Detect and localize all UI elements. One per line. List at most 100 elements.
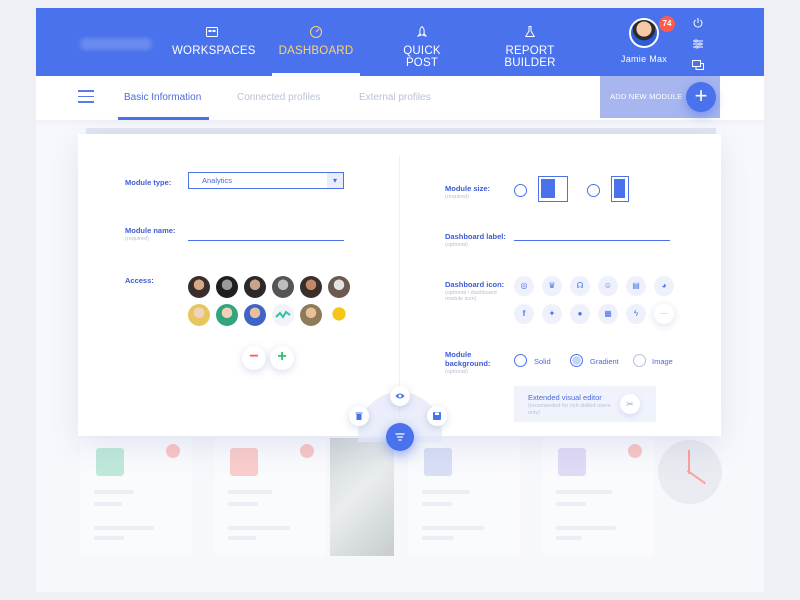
optional-note: (optional / dashboard module icon) xyxy=(445,290,497,302)
dashboard-label-label: Dashboard label: (optional) xyxy=(445,232,506,248)
module-background-label: Module background: (optional) xyxy=(445,350,505,375)
app-window: WORKSPACES DASHBOARD QUICK POST REPORT B… xyxy=(36,8,764,592)
nav-label: WORKSPACES xyxy=(172,45,256,57)
background-card xyxy=(408,438,520,556)
module-type-select[interactable]: Analytics ▾ xyxy=(188,172,344,189)
module-name-label: Module name: (required) xyxy=(125,226,176,242)
nav-quick-post[interactable]: QUICK POST xyxy=(386,8,458,76)
rocket-icon xyxy=(416,25,428,37)
avatar[interactable] xyxy=(328,276,350,298)
chat-bubble-icon[interactable]: ● xyxy=(570,304,590,324)
facebook-icon[interactable]: f xyxy=(514,304,534,324)
add-module-plus-button[interactable]: + xyxy=(686,82,716,112)
sliders-icon[interactable] xyxy=(691,37,705,51)
avatar[interactable] xyxy=(300,276,322,298)
size-tall-preview[interactable] xyxy=(611,176,629,202)
optional-note: (optional) xyxy=(445,242,468,248)
lightning-icon[interactable]: ϟ xyxy=(626,304,646,324)
background-card xyxy=(214,438,326,556)
twitter-icon[interactable]: ✦ xyxy=(542,304,562,324)
workspaces-icon xyxy=(206,27,218,37)
extended-editor-note: (recomended for rich skilled users only) xyxy=(528,403,611,416)
avatar[interactable] xyxy=(300,304,322,326)
tabs-bar: Basic Information Connected profiles Ext… xyxy=(36,76,764,120)
brand-logo[interactable] xyxy=(80,38,152,50)
background-solid-radio[interactable] xyxy=(514,354,527,367)
power-icon[interactable] xyxy=(691,16,705,30)
message-icon[interactable]: ▤ xyxy=(626,276,646,296)
module-type-label: Module type: xyxy=(125,178,172,187)
instagram-icon[interactable]: ◎ xyxy=(514,276,534,296)
optional-note: (optional) xyxy=(445,369,468,375)
background-card xyxy=(542,438,654,556)
size-wide-preview[interactable] xyxy=(538,176,568,202)
user-menu[interactable]: 74 Jamie Max xyxy=(616,16,675,64)
newspaper-icon[interactable]: ▦ xyxy=(598,304,618,324)
eye-icon xyxy=(395,393,405,399)
save-button[interactable] xyxy=(427,406,447,426)
add-access-button[interactable]: + xyxy=(270,346,294,370)
avatar[interactable] xyxy=(328,304,350,326)
more-icons-button[interactable]: ··· xyxy=(654,304,674,324)
background-card xyxy=(80,438,192,556)
required-note: (required) xyxy=(125,236,149,242)
delete-button[interactable] xyxy=(349,406,369,426)
required-note: (required) xyxy=(445,194,469,200)
dashboard-icon xyxy=(310,26,322,38)
module-name-input[interactable] xyxy=(188,240,344,241)
notification-badge[interactable]: 74 xyxy=(659,16,675,32)
background-clock xyxy=(658,440,722,504)
add-module-label: ADD NEW MODULE xyxy=(610,92,683,101)
background-image-radio[interactable] xyxy=(633,354,646,367)
background-gradient-radio[interactable] xyxy=(570,354,583,367)
filter-menu-button[interactable] xyxy=(386,423,414,451)
module-size-label: Module size: (required) xyxy=(445,184,491,200)
menu-icon[interactable] xyxy=(78,90,94,103)
nav-label: DASHBOARD xyxy=(278,45,354,57)
pie-chart-icon[interactable]: ◕ xyxy=(654,276,674,296)
avatar[interactable] xyxy=(244,304,266,326)
extended-visual-editor-card[interactable]: Extended visual editor (recomended for r… xyxy=(514,386,656,422)
tools-icon[interactable]: ✂ xyxy=(620,394,640,414)
chevron-down-icon[interactable]: ▾ xyxy=(327,173,343,188)
users-icon[interactable]: ☺ xyxy=(598,276,618,296)
avatar[interactable]: 74 xyxy=(629,16,675,48)
flask-icon xyxy=(524,26,536,37)
utility-icons xyxy=(688,16,708,79)
preview-button[interactable] xyxy=(390,386,410,406)
top-navigation-bar: WORKSPACES DASHBOARD QUICK POST REPORT B… xyxy=(36,8,764,76)
avatar[interactable] xyxy=(272,304,294,326)
user-name: Jamie Max xyxy=(620,54,668,64)
tab-connected-profiles[interactable]: Connected profiles xyxy=(237,76,320,120)
background-image-label: Image xyxy=(652,357,673,366)
avatar[interactable] xyxy=(188,304,210,326)
access-label: Access: xyxy=(125,276,154,285)
avatar[interactable] xyxy=(216,276,238,298)
size-option-tall-radio[interactable] xyxy=(587,184,600,197)
avatar[interactable] xyxy=(216,304,238,326)
dashboard-icon-label: Dashboard icon: (optional / dashboard mo… xyxy=(445,280,511,302)
remove-access-button[interactable]: − xyxy=(242,346,266,370)
tab-external-profiles[interactable]: External profiles xyxy=(359,76,431,120)
background-solid-label: Solid xyxy=(534,357,551,366)
nav-label: QUICK POST xyxy=(403,45,441,69)
size-option-wide-radio[interactable] xyxy=(514,184,527,197)
avatar[interactable] xyxy=(272,276,294,298)
background-gradient-label: Gradient xyxy=(590,357,619,366)
nav-dashboard[interactable]: DASHBOARD xyxy=(272,8,360,76)
chat-icon[interactable] xyxy=(691,58,705,72)
nav-label: REPORT BUILDER xyxy=(504,45,556,69)
avatar[interactable] xyxy=(244,276,266,298)
background-photo xyxy=(330,438,394,556)
nav-workspaces[interactable]: WORKSPACES xyxy=(172,8,255,76)
dashboard-label-input[interactable] xyxy=(514,240,670,241)
filter-icon xyxy=(395,433,405,441)
avatar[interactable] xyxy=(188,276,210,298)
tab-basic-information[interactable]: Basic Information xyxy=(117,76,210,120)
crown-icon[interactable]: ♛ xyxy=(542,276,562,296)
headset-icon[interactable]: ☊ xyxy=(570,276,590,296)
extended-editor-title: Extended visual editor xyxy=(528,393,602,402)
trash-icon xyxy=(355,412,363,420)
column-divider xyxy=(399,156,400,416)
nav-report-builder[interactable]: REPORT BUILDER xyxy=(480,8,580,76)
